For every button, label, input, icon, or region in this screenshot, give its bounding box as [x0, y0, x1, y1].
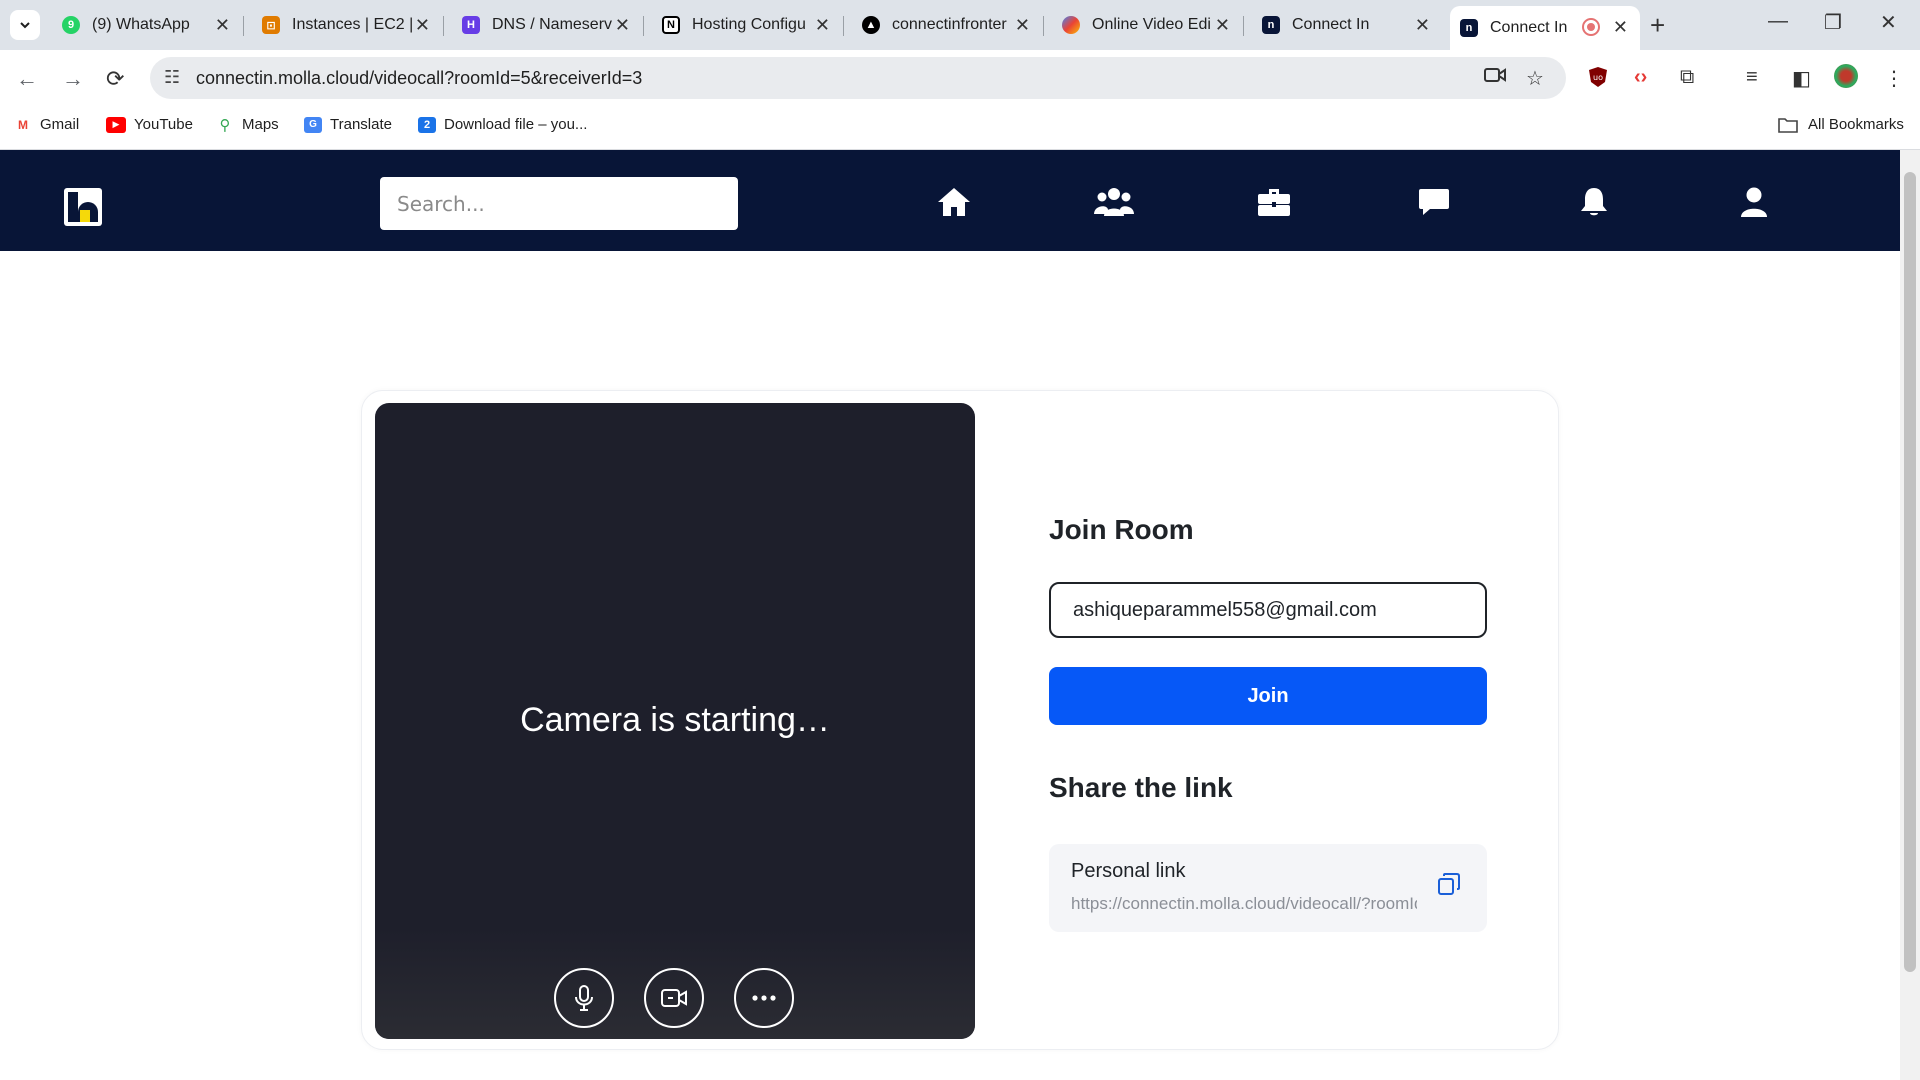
media-control-icon[interactable]: ≡ [1746, 66, 1758, 89]
recording-icon [1582, 18, 1600, 36]
gmail-icon: M [18, 117, 28, 132]
scrollbar-thumb[interactable] [1904, 172, 1916, 972]
browser-window: 9 (9) WhatsApp ✕ ⊡ Instances | EC2 | ✕ H… [0, 0, 1920, 1080]
network-icon[interactable] [1094, 184, 1134, 220]
video-camera-icon [661, 989, 687, 1007]
minimize-button[interactable]: — [1768, 10, 1788, 33]
url-text[interactable]: connectin.molla.cloud/videocall?roomId=5… [196, 68, 642, 89]
camera-button[interactable] [644, 968, 704, 1028]
profile-avatar[interactable] [1834, 64, 1858, 88]
microphone-button[interactable] [554, 968, 614, 1028]
personal-link-url: https://connectin.molla.cloud/videocall/… [1071, 894, 1417, 913]
tab-dns[interactable]: H DNS / Nameserv ✕ [452, 8, 644, 42]
reload-button[interactable]: ⟳ [106, 66, 124, 92]
tab-whatsapp[interactable]: 9 (9) WhatsApp ✕ [52, 8, 244, 42]
star-icon[interactable]: ☆ [1526, 66, 1544, 91]
video-preview: Camera is starting… [375, 403, 975, 1039]
tab-video-editor[interactable]: Online Video Edi ✕ [1052, 8, 1244, 42]
aws-icon: ⊡ [262, 16, 280, 34]
new-tab-button[interactable]: + [1650, 10, 1665, 41]
bookmark-gmail[interactable]: M Gmail [14, 116, 79, 133]
search-input[interactable] [380, 177, 738, 230]
close-icon[interactable]: ✕ [615, 15, 630, 36]
ublock-icon[interactable]: uo [1588, 66, 1608, 94]
page-scrollbar[interactable] [1900, 150, 1920, 1080]
notifications-icon[interactable] [1574, 184, 1614, 220]
translate-icon: G [304, 116, 322, 133]
app-navbar [0, 150, 1900, 251]
videocall-card: Camera is starting… Join Room Join Share… [361, 390, 1559, 1050]
home-icon[interactable] [934, 184, 974, 220]
bookmark-download-file[interactable]: 2 Download file – you... [418, 116, 587, 133]
connectin-logo[interactable] [64, 188, 102, 226]
connectin-icon: n [1262, 16, 1280, 34]
video-editor-icon [1062, 16, 1080, 34]
svg-text:uo: uo [1593, 73, 1603, 82]
vercel-icon: ▲ [862, 16, 880, 34]
side-panel-icon[interactable]: ◧ [1792, 66, 1811, 91]
extensions-icon[interactable]: ⧉ [1680, 66, 1694, 89]
whatsapp-icon: 9 [62, 16, 80, 34]
tab-strip: 9 (9) WhatsApp ✕ ⊡ Instances | EC2 | ✕ H… [0, 0, 1920, 50]
youtube-icon: ▶ [106, 116, 126, 133]
join-room-heading: Join Room [1049, 514, 1194, 545]
jobs-icon[interactable] [1254, 184, 1294, 220]
tab-connect-in-active[interactable]: n Connect In ✕ [1450, 6, 1640, 50]
close-icon[interactable]: ✕ [1415, 15, 1430, 36]
notion-icon: N [662, 16, 680, 34]
more-options-button[interactable] [734, 968, 794, 1028]
site-info-icon[interactable]: ☷ [164, 67, 180, 88]
browser-toolbar: ← → ⟳ ☷ connectin.molla.cloud/videocall?… [0, 50, 1920, 106]
maps-icon: ⚲ [219, 116, 231, 134]
microphone-icon [575, 985, 593, 1011]
join-button[interactable]: Join [1049, 667, 1487, 725]
copy-icon[interactable] [1437, 872, 1463, 898]
web-page: Camera is starting… Join Room Join Share… [0, 150, 1900, 1080]
tab-ec2[interactable]: ⊡ Instances | EC2 | ✕ [252, 8, 444, 42]
camera-icon[interactable] [1484, 66, 1506, 90]
all-bookmarks[interactable]: All Bookmarks [1776, 116, 1904, 133]
restore-button[interactable]: ❐ [1824, 10, 1842, 35]
bookmark-youtube[interactable]: ▶ YouTube [106, 116, 193, 133]
personal-link-box: Personal link https://connectin.molla.cl… [1049, 844, 1487, 932]
tab-hosting[interactable]: N Hosting Configu ✕ [652, 8, 844, 42]
close-icon[interactable]: ✕ [415, 15, 430, 36]
hostinger-icon: H [462, 16, 480, 34]
connectin-icon: n [1460, 19, 1478, 37]
chevron-down-icon [20, 22, 30, 29]
back-button[interactable]: ← [16, 66, 38, 92]
share-link-heading: Share the link [1049, 772, 1233, 803]
code-extension-icon[interactable]: ‹› [1634, 66, 1647, 89]
bookmarks-bar: M Gmail ▶ YouTube ⚲ Maps G Translate 2 D… [0, 106, 1920, 150]
email-field[interactable] [1049, 582, 1487, 638]
menu-icon[interactable]: ⋮ [1884, 66, 1904, 91]
join-panel: Join Room Join Share the link Personal l… [1049, 391, 1489, 1051]
window-close-button[interactable]: ✕ [1880, 10, 1897, 35]
messages-icon[interactable] [1414, 184, 1454, 220]
close-icon[interactable]: ✕ [1215, 15, 1230, 36]
tab-connectinfrontend[interactable]: ▲ connectinfronter ✕ [852, 8, 1044, 42]
folder-icon [1776, 117, 1800, 133]
tab-connect-in[interactable]: n Connect In ✕ [1252, 8, 1442, 42]
camera-status: Camera is starting… [520, 701, 830, 739]
bookmark-translate[interactable]: G Translate [304, 116, 392, 133]
forward-button[interactable]: → [62, 66, 84, 92]
download-file-icon: 2 [418, 116, 436, 133]
close-icon[interactable]: ✕ [1613, 17, 1628, 38]
close-icon[interactable]: ✕ [1015, 15, 1030, 36]
personal-link-label: Personal link [1071, 860, 1186, 882]
close-icon[interactable]: ✕ [215, 15, 230, 36]
address-bar[interactable]: ☷ connectin.molla.cloud/videocall?roomId… [150, 57, 1566, 99]
bookmark-maps[interactable]: ⚲ Maps [216, 116, 279, 134]
tab-search-button[interactable] [10, 10, 40, 40]
close-icon[interactable]: ✕ [815, 15, 830, 36]
profile-icon[interactable] [1734, 184, 1774, 220]
more-icon [752, 995, 776, 1001]
